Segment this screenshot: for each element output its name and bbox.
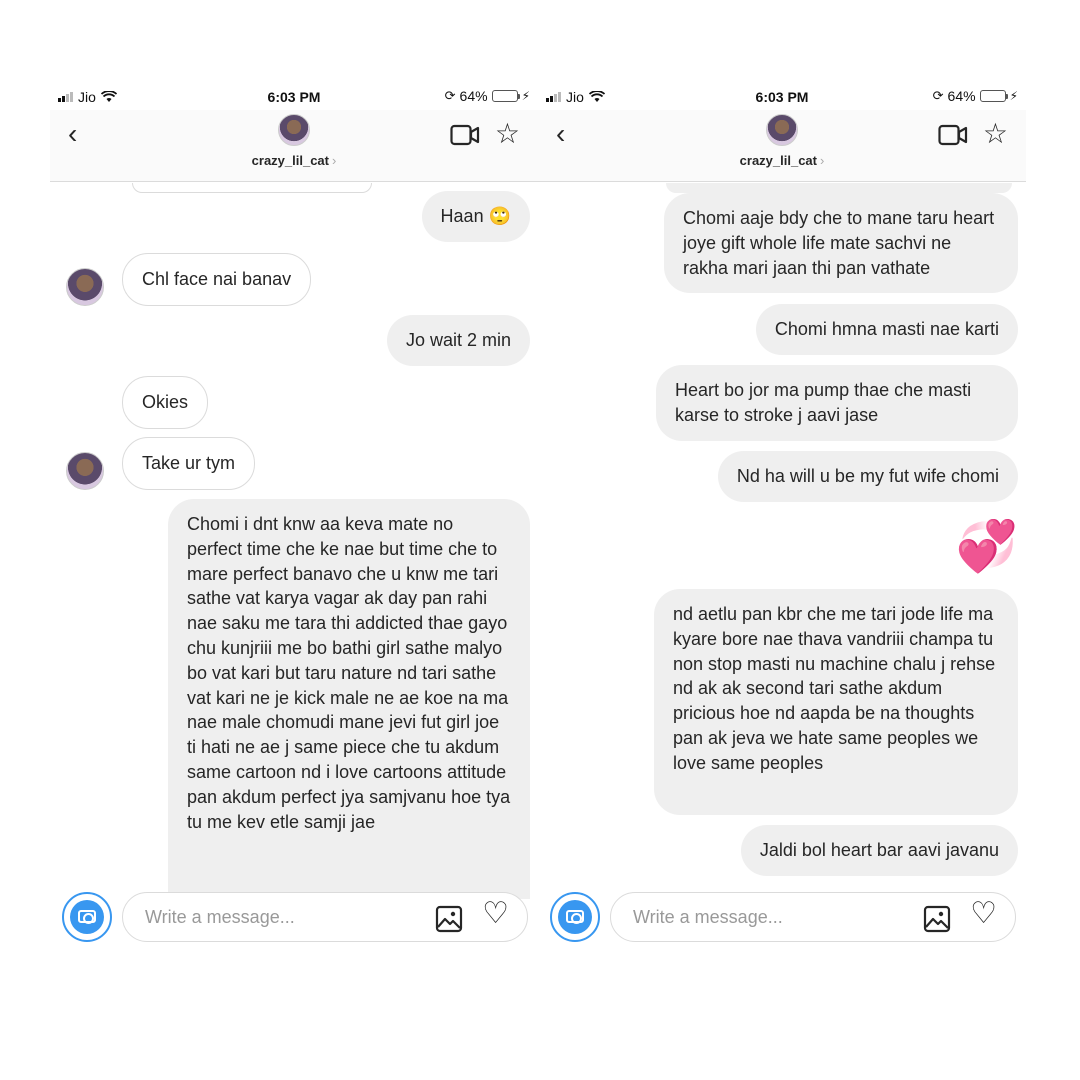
message-bubble-sent[interactable]: nd aetlu pan kbr che me tari jode life m… [654,589,1018,815]
status-right: ⟳ 64% ⚡ [933,88,1018,104]
message-bubble-sent[interactable]: Chomi hmna masti nae karti [755,304,1018,355]
camera-icon [566,910,584,924]
rotation-lock-icon: ⟳ [444,88,456,103]
battery-percent: 64% [459,88,488,104]
partial-message [666,183,1012,193]
status-bar: Jio 6:03 PM ⟳ 64% ⚡ [538,84,1026,110]
rotation-lock-icon: ⟳ [932,88,944,103]
video-call-icon[interactable] [938,124,968,146]
message-bubble-sent[interactable]: Chomi aaje bdy che to mane taru heart jo… [664,193,1018,294]
chat-username[interactable]: crazy_lil_cat › [538,153,1026,168]
message-input[interactable]: Write a message... ♡ [610,892,1016,942]
hearts-emoji[interactable]: 💞 [956,521,1018,571]
left-screenshot: Jio 6:03 PM ⟳ 64% ⚡ ‹ crazy_lil_cat › ☆ H… [50,84,538,954]
status-bar: Jio 6:03 PM ⟳ 64% ⚡ [50,84,538,110]
message-list: Chomi aaje bdy che to mane taru heart jo… [538,183,1026,883]
battery-icon [979,90,1008,102]
message-placeholder: Write a message... [145,907,295,927]
star-icon[interactable]: ☆ [983,120,1008,148]
star-icon[interactable]: ☆ [495,120,520,148]
camera-button-fill [558,900,592,934]
message-input[interactable]: Write a message... ♡ [122,892,528,942]
username-text: crazy_lil_cat [251,153,329,168]
chevron-right-icon: › [820,153,825,168]
message-bubble-received[interactable]: Take ur tym [122,437,256,490]
partial-message [132,183,372,193]
sender-avatar[interactable] [66,452,104,490]
message-bubble-received[interactable]: Chl face nai banav [122,253,312,306]
right-screenshot: Jio 6:03 PM ⟳ 64% ⚡ ‹ crazy_lil_cat › ☆ C… [538,84,1026,954]
camera-button[interactable] [62,892,112,942]
charging-icon: ⚡ [1009,89,1018,103]
sender-avatar[interactable] [66,268,104,306]
message-bubble-sent[interactable]: Jo wait 2 min [386,315,530,366]
message-bubble-sent[interactable]: Haan 🙄 [421,191,530,242]
camera-button[interactable] [550,892,600,942]
message-bubble-sent[interactable]: Heart bo jor ma pump thae che masti kars… [656,365,1018,441]
charging-icon: ⚡ [521,89,530,103]
battery-icon [491,90,520,102]
camera-button-fill [70,900,104,934]
message-bubble-sent[interactable]: Chomi i dnt knw aa keva mate no perfect … [168,499,530,899]
gallery-icon[interactable] [435,905,463,933]
message-bubble-sent[interactable]: Jaldi bol heart bar aavi javanu [740,825,1018,876]
message-composer: Write a message... ♡ [50,890,538,946]
chevron-right-icon: › [332,153,337,168]
message-list: Haan 🙄 Chl face nai banav Jo wait 2 min … [50,183,538,899]
status-right: ⟳ 64% ⚡ [445,88,530,104]
username-text: crazy_lil_cat [739,153,817,168]
message-bubble-received[interactable]: Okies [122,376,209,429]
back-chevron-icon[interactable]: ‹ [556,120,565,148]
profile-avatar[interactable] [278,114,310,146]
chat-header: ‹ crazy_lil_cat › ☆ [538,110,1026,182]
message-placeholder: Write a message... [633,907,783,927]
video-call-icon[interactable] [450,124,480,146]
battery-percent: 64% [947,88,976,104]
gallery-icon[interactable] [923,905,951,933]
back-chevron-icon[interactable]: ‹ [68,120,77,148]
chat-username[interactable]: crazy_lil_cat › [50,153,538,168]
heart-icon[interactable]: ♡ [970,899,997,929]
profile-avatar[interactable] [766,114,798,146]
camera-icon [78,910,96,924]
heart-icon[interactable]: ♡ [482,899,509,929]
message-bubble-sent[interactable]: Nd ha will u be my fut wife chomi [717,451,1018,502]
chat-header: ‹ crazy_lil_cat › ☆ [50,110,538,182]
message-composer: Write a message... ♡ [538,890,1026,946]
